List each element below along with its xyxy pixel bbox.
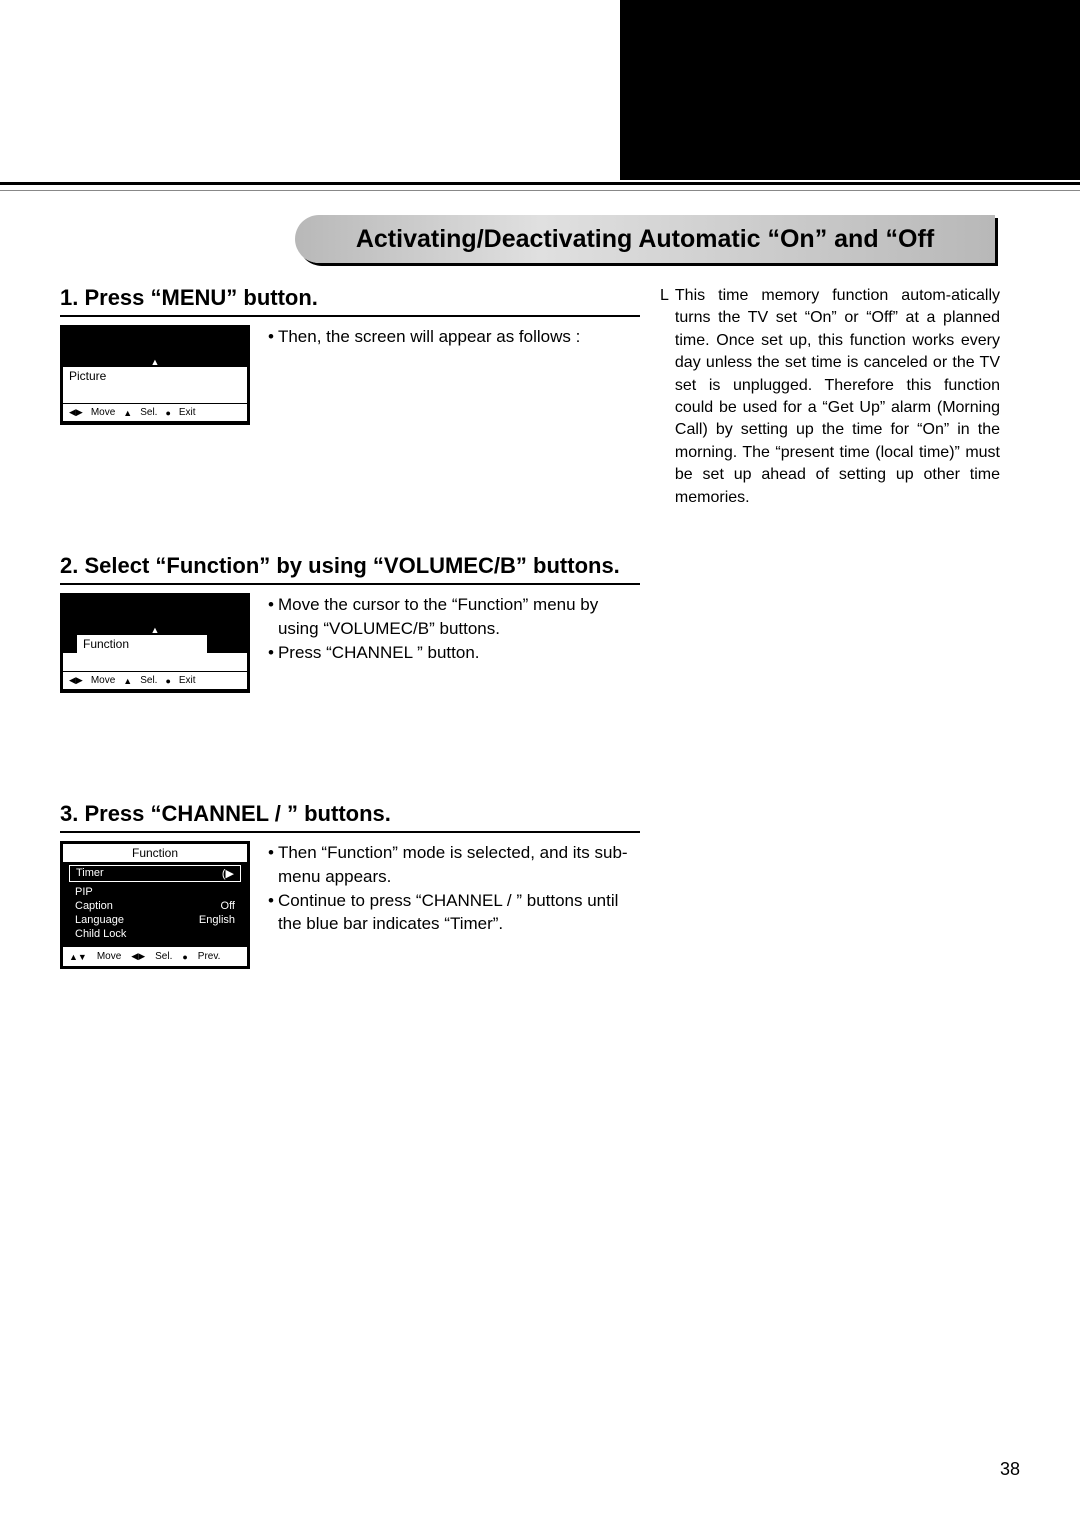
step3-desc2: Continue to press “CHANNEL / ” buttons u… [278, 889, 640, 937]
side-note: L This time memory function autom-atical… [660, 285, 1000, 509]
osd3-timer-label: Timer [76, 867, 104, 880]
osd1-footer: ◀▶ Move ▲ Sel. ● Exit [63, 403, 247, 421]
osd3-pip-label: PIP [75, 886, 93, 898]
osd1-move: Move [91, 407, 115, 418]
osd-screen-3: Function Timer (▶ PIP Caption Off Langua… [60, 841, 250, 969]
main-content: 1. Press “MENU” button. ▲ Picture ◀▶ Move… [60, 285, 640, 1017]
left-right-icon: ◀▶ [69, 407, 83, 418]
osd3-move: Move [97, 951, 121, 962]
step3-heading: 3. Press “CHANNEL / ” buttons. [60, 801, 640, 833]
osd2-label: Function [77, 635, 207, 653]
bullet-icon: • [268, 889, 274, 937]
step2-desc2: Press “CHANNEL ” button. [278, 641, 480, 665]
step3-row: Function Timer (▶ PIP Caption Off Langua… [60, 841, 640, 969]
osd3-footer: ▲▼ Move ◀▶ Sel. ● Prev. [63, 947, 247, 966]
step1-text: •Then, the screen will appear as follows… [268, 325, 640, 349]
osd2-exit: Exit [179, 675, 196, 686]
osd3-caption-value: Off [221, 900, 235, 912]
note-bullet-glyph: L [660, 285, 669, 509]
osd3-title: Function [63, 844, 247, 862]
bullet-icon: • [268, 325, 274, 349]
osd3-row-pip: PIP [71, 885, 239, 899]
osd3-language-label: Language [75, 914, 124, 926]
dot-icon: ● [182, 952, 187, 962]
osd1-label: Picture [63, 367, 247, 385]
osd-screen-2: ▲ Function ◀▶ Move ▲ Sel. ● Exit [60, 593, 250, 693]
osd-screen-1: ▲ Picture ◀▶ Move ▲ Sel. ● Exit [60, 325, 250, 425]
osd3-row-timer: Timer (▶ [69, 865, 241, 882]
bullet-icon: • [268, 593, 274, 641]
note-text: This time memory function autom-atically… [675, 285, 1000, 509]
section-title: Activating/Deactivating Automatic “On” a… [295, 215, 995, 263]
osd3-row-caption: Caption Off [71, 899, 239, 913]
header-rule-thin [0, 190, 1080, 191]
bullet-icon: • [268, 641, 274, 665]
osd3-timer-value: (▶ [222, 867, 234, 880]
step2-heading: 2. Select “Function” by using “VOLUMEC/B… [60, 553, 640, 585]
up-down-icon: ▲▼ [69, 952, 87, 962]
step1-heading: 1. Press “MENU” button. [60, 285, 640, 317]
osd2-move: Move [91, 675, 115, 686]
header-black-block [620, 0, 1080, 180]
osd2-footer: ◀▶ Move ▲ Sel. ● Exit [63, 671, 247, 689]
step1-row: ▲ Picture ◀▶ Move ▲ Sel. ● Exit •Then, the … [60, 325, 640, 425]
up-icon: ▲ [123, 676, 132, 686]
osd1-sel: Sel. [140, 407, 157, 418]
bullet-icon: • [268, 841, 274, 889]
step2-desc1: Move the cursor to the “Function” menu b… [278, 593, 640, 641]
dot-icon: ● [165, 408, 170, 418]
osd3-caption-label: Caption [75, 900, 113, 912]
osd3-row-language: Language English [71, 913, 239, 927]
section-banner: Activating/Deactivating Automatic “On” a… [295, 215, 995, 263]
up-arrow-icon: ▲ [63, 356, 247, 367]
osd3-childlock-label: Child Lock [75, 928, 126, 940]
osd3-row-childlock: Child Lock [71, 927, 239, 941]
osd2-sel: Sel. [140, 675, 157, 686]
step3-desc1: Then “Function” mode is selected, and it… [278, 841, 640, 889]
step1-desc: Then, the screen will appear as follows … [278, 325, 580, 349]
left-right-icon: ◀▶ [131, 951, 145, 962]
header-rule-thick [0, 182, 1080, 185]
osd1-exit: Exit [179, 407, 196, 418]
up-icon: ▲ [123, 408, 132, 418]
step2-text: •Move the cursor to the “Function” menu … [268, 593, 640, 664]
dot-icon: ● [165, 676, 170, 686]
up-arrow-icon: ▲ [63, 624, 247, 635]
step3-text: •Then “Function” mode is selected, and i… [268, 841, 640, 936]
left-right-icon: ◀▶ [69, 675, 83, 686]
osd3-sel: Sel. [155, 951, 172, 962]
page-number: 38 [1000, 1459, 1020, 1480]
step2-row: ▲ Function ◀▶ Move ▲ Sel. ● Exit •Move the … [60, 593, 640, 693]
osd3-prev: Prev. [198, 951, 221, 962]
osd3-language-value: English [199, 914, 235, 926]
